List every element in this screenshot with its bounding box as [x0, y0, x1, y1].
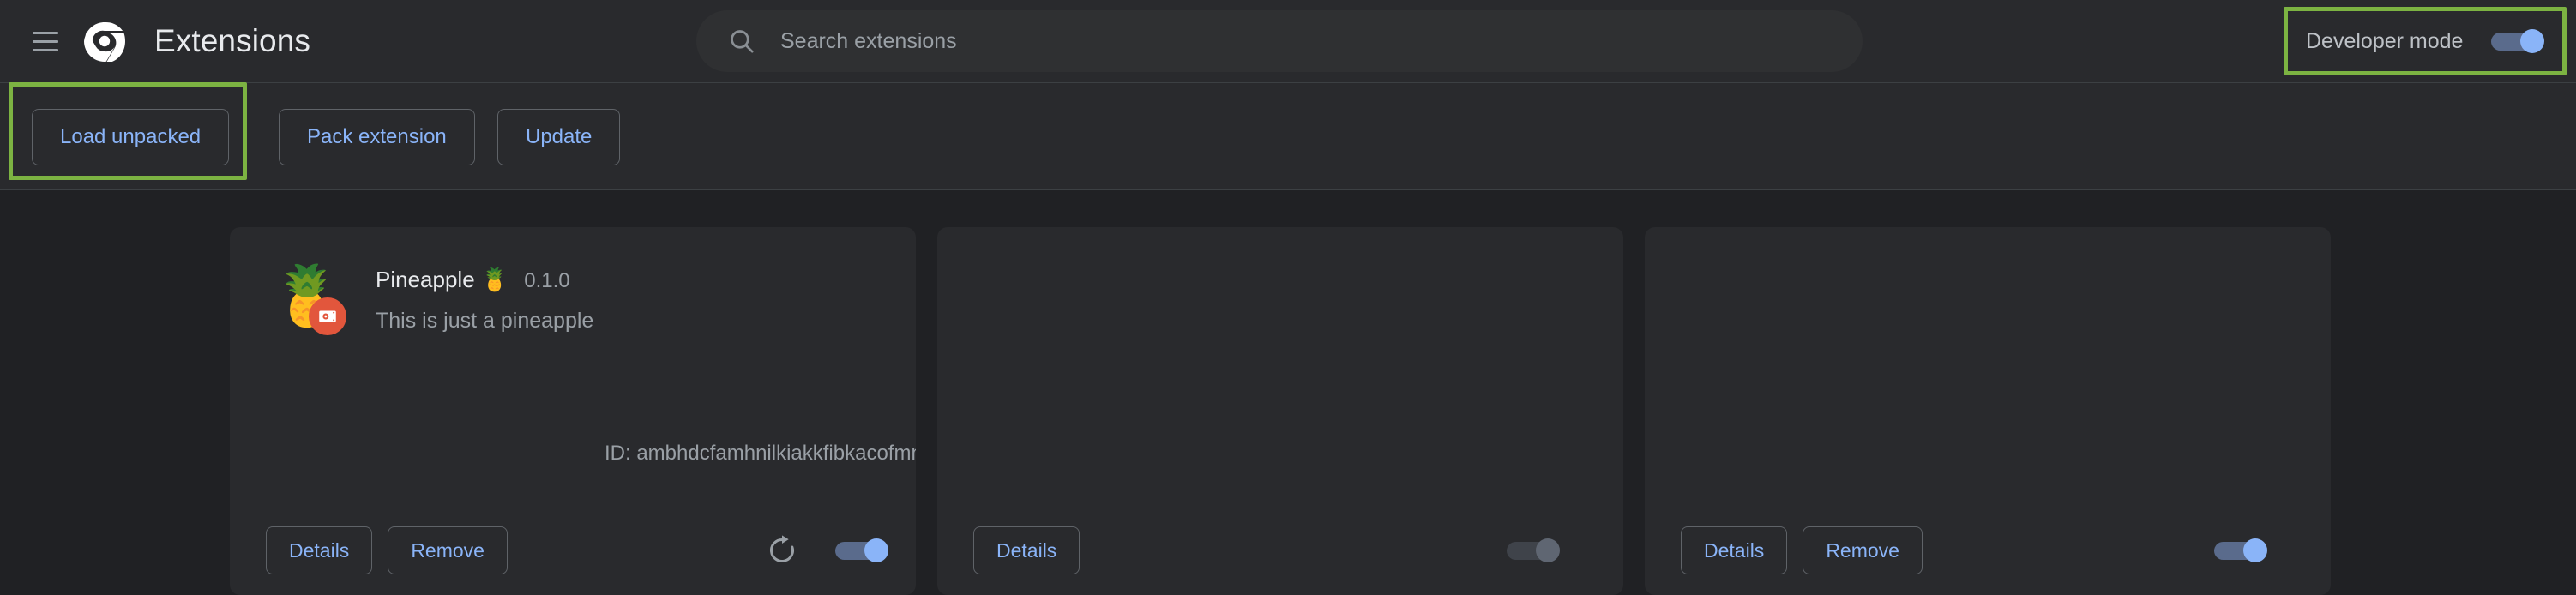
developer-mode-toggle[interactable]	[2491, 29, 2544, 53]
toolbar-divider	[0, 189, 2576, 190]
details-button[interactable]: Details	[973, 526, 1080, 574]
toggle-knob	[1536, 538, 1560, 562]
extension-card-footer: Details Remove	[230, 506, 916, 595]
extension-card-body: 🍍 Pineapple 🍍 0.1.0 This is just a pinea…	[230, 227, 916, 519]
update-button[interactable]: Update	[497, 109, 621, 165]
search-box[interactable]	[696, 10, 1863, 72]
search-icon	[731, 30, 754, 53]
extension-description: This is just a pineapple	[376, 309, 594, 333]
extension-text: Pineapple 🍍 0.1.0 This is just a pineapp…	[376, 251, 593, 334]
toggle-knob	[2520, 29, 2544, 53]
extension-card-body	[937, 227, 1623, 519]
hamburger-line	[33, 31, 58, 34]
extension-title-row: Pineapple 🍍 0.1.0	[376, 267, 593, 293]
extension-card: Details Remove	[1645, 227, 2331, 595]
extensions-toolbar: Load unpacked Pack extension Update	[0, 83, 2576, 189]
hamburger-menu-icon[interactable]	[27, 23, 63, 59]
extension-card: 🍍 Pineapple 🍍 0.1.0 This is just a pinea…	[230, 227, 916, 595]
hamburger-line	[33, 39, 58, 43]
remove-button[interactable]: Remove	[1803, 526, 1923, 574]
toggle-knob	[864, 538, 888, 562]
extension-header: 🍍 Pineapple 🍍 0.1.0 This is just a pinea…	[257, 251, 888, 337]
extension-version: 0.1.0	[524, 269, 570, 292]
extension-name: Pineapple 🍍	[376, 267, 509, 292]
extension-icon: 🍍	[266, 255, 348, 337]
developer-mode-label: Developer mode	[2306, 28, 2464, 53]
extensions-grid: 🍍 Pineapple 🍍 0.1.0 This is just a pinea…	[230, 227, 2331, 595]
extension-enabled-toggle[interactable]	[2214, 538, 2267, 562]
chrome-logo-icon	[84, 21, 125, 62]
extension-card-footer: Details	[937, 506, 1623, 595]
extension-card-footer: Details Remove	[1645, 506, 2331, 595]
extensions-page: Extensions Developer mode Load unpacked …	[0, 0, 2576, 595]
page-title: Extensions	[154, 23, 310, 58]
unpacked-badge-glyph	[319, 310, 336, 322]
extension-enabled-toggle[interactable]	[835, 538, 888, 562]
load-unpacked-button[interactable]: Load unpacked	[32, 109, 230, 165]
details-button[interactable]: Details	[1681, 526, 1788, 574]
extension-card-body	[1645, 227, 2331, 519]
extension-card: Details	[937, 227, 1623, 595]
details-button[interactable]: Details	[266, 526, 373, 574]
extension-enabled-toggle[interactable]	[1507, 538, 1560, 562]
extension-id: ID: ambhdcfamhnilkiakkfibkacofmnpomc	[605, 442, 916, 465]
page-header: Extensions Developer mode	[0, 0, 2576, 82]
remove-button[interactable]: Remove	[388, 526, 508, 574]
toggle-knob	[2243, 538, 2267, 562]
search-input[interactable]	[780, 10, 1837, 72]
pack-extension-button[interactable]: Pack extension	[279, 109, 475, 165]
hamburger-line	[33, 48, 58, 51]
developer-mode-control[interactable]: Developer mode	[2284, 7, 2567, 75]
reload-icon[interactable]	[765, 533, 799, 568]
unpacked-extension-badge-icon	[309, 298, 346, 335]
